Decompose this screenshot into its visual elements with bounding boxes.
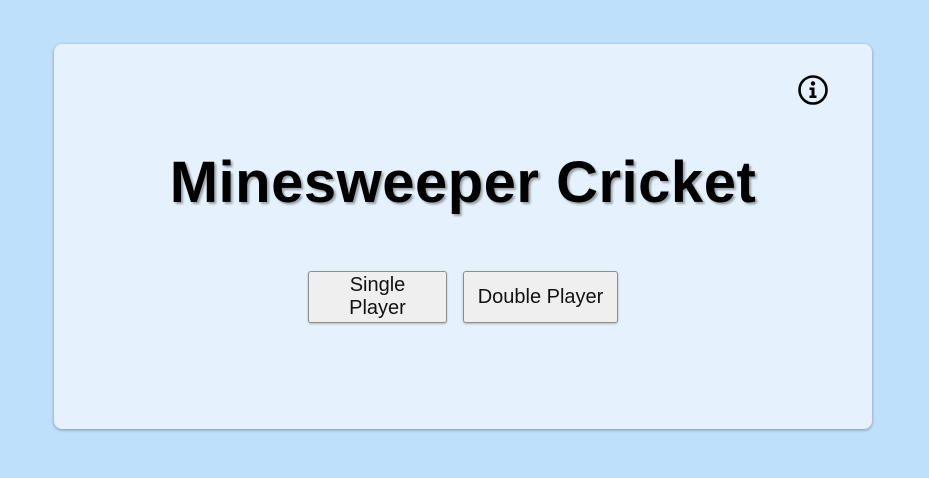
mode-selection: Single Player Double Player	[54, 271, 872, 323]
main-card: Minesweeper Cricket Single Player Double…	[54, 44, 872, 429]
double-player-button[interactable]: Double Player	[463, 271, 618, 323]
info-icon[interactable]	[797, 74, 829, 106]
single-player-button[interactable]: Single Player	[308, 271, 447, 323]
page-title: Minesweeper Cricket	[169, 150, 757, 215]
